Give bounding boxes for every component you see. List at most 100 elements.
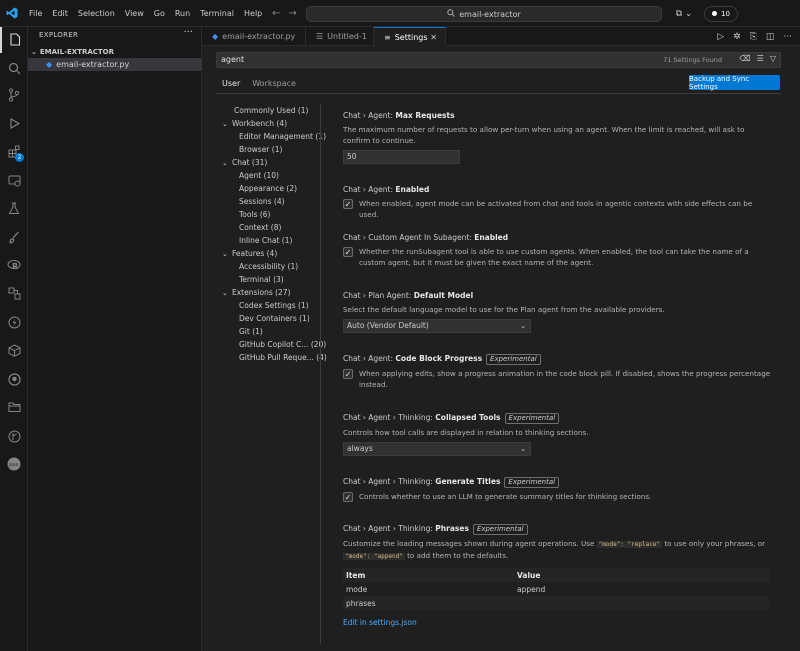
custom-subagent-checkbox[interactable]: ✓ [343, 247, 353, 257]
toc-item[interactable]: Dev Containers (1) [239, 312, 310, 325]
toc-item[interactable]: Context (8) [239, 221, 281, 234]
file-item[interactable]: ◆ email-extractor.py [28, 58, 202, 71]
table-row[interactable]: phrases [343, 596, 769, 610]
more-actions-icon[interactable]: ··· [183, 27, 193, 38]
run-debug-icon[interactable] [0, 110, 28, 136]
tab-workspace[interactable]: Workspace [246, 76, 302, 94]
filter-list-icon[interactable]: ☰ [757, 54, 764, 63]
toc-item[interactable]: ⌄ Extensions (27) [222, 286, 291, 299]
toc-item[interactable]: Terminal (3) [239, 273, 284, 286]
toc-item[interactable]: Browser (1) [239, 143, 282, 156]
folder-icon[interactable] [0, 394, 28, 420]
lightning-icon[interactable] [0, 309, 28, 335]
setting-title: Chat › Agent: Max Requests [343, 111, 455, 120]
r-icon[interactable]: R [0, 252, 28, 278]
toc-item[interactable]: Inline Chat (1) [239, 234, 292, 247]
toc-item[interactable]: Tools (6) [239, 208, 270, 221]
generate-titles-checkbox[interactable]: ✓ [343, 492, 353, 502]
toc-item[interactable]: GitHub Pull Reque... (4) [239, 351, 327, 364]
toc-item[interactable]: Sessions (4) [239, 195, 285, 208]
menu-go[interactable]: Go [149, 0, 170, 27]
toc-item[interactable]: ⌄ Workbench (4) [222, 117, 287, 130]
clear-filter-icon[interactable]: ⌫ [739, 54, 750, 63]
edit-in-settings-json-link[interactable]: Edit in settings.json [343, 618, 773, 627]
menu-edit[interactable]: Edit [47, 0, 73, 27]
toc-divider [320, 104, 321, 644]
json-outline-icon[interactable] [0, 280, 28, 306]
json-icon[interactable]: Json [0, 451, 28, 477]
menu-help[interactable]: Help [239, 0, 267, 27]
tab-untitled[interactable]: ☰ Untitled-1 [306, 27, 374, 46]
setting-title: Chat › Custom Agent In Subagent: Enabled [343, 233, 509, 242]
split-editor-icon[interactable]: ◫ [766, 32, 775, 42]
testing-icon[interactable] [0, 195, 28, 221]
menu-selection[interactable]: Selection [73, 0, 120, 27]
github-icon[interactable] [0, 366, 28, 392]
toc-item[interactable]: Appearance (2) [239, 182, 297, 195]
setting-custom-agent-subagent: Chat › Custom Agent In Subagent: Enabled… [343, 232, 773, 268]
experimental-tag: Experimental [504, 477, 560, 488]
notification-badge[interactable]: 10 [704, 5, 738, 22]
setting-description: When enabled, agent mode can be activate… [359, 199, 753, 219]
open-json-icon[interactable]: ⎘ [750, 32, 757, 42]
toc-item[interactable]: Git (1) [239, 325, 263, 338]
source-control-icon[interactable] [0, 82, 28, 108]
menu-view[interactable]: View [120, 0, 149, 27]
explorer-icon[interactable] [0, 27, 28, 53]
table-cell: phrases [346, 598, 376, 608]
toc-item[interactable]: Editor Management (1) [239, 130, 326, 143]
close-icon[interactable]: ✕ [430, 33, 437, 42]
toc-item[interactable]: Accessibility (1) [239, 260, 298, 273]
toc-item[interactable]: Agent (10) [239, 169, 279, 182]
chevron-down-icon: ⌄ [222, 159, 228, 167]
container-icon[interactable] [0, 337, 28, 363]
settings-search-input[interactable]: agent 71 Settings Found ⌫ ☰ ▽ [216, 52, 781, 68]
search-icon[interactable] [0, 55, 28, 81]
remote-explorer-icon[interactable] [0, 167, 28, 193]
python-file-icon: ◆ [212, 32, 219, 41]
paintbrush-icon[interactable] [0, 224, 28, 250]
backup-sync-button[interactable]: Backup and Sync Settings [689, 75, 780, 91]
extensions-icon[interactable]: 2 [0, 138, 28, 164]
search-actions: ⌫ ☰ ▽ [739, 54, 776, 63]
toc-item-label: Codex Settings (1) [239, 301, 309, 310]
more-actions-icon[interactable]: ··· [783, 32, 792, 42]
run-icon[interactable]: ▷ [717, 32, 724, 42]
menu-file[interactable]: File [24, 0, 47, 27]
table-row[interactable]: mode append [343, 582, 769, 596]
editor-actions: ▷ ✲ ⎘ ◫ ··· [717, 27, 792, 46]
toc-item[interactable]: Codex Settings (1) [239, 299, 309, 312]
filter-icon[interactable]: ▽ [770, 54, 776, 63]
code-block-progress-checkbox[interactable]: ✓ [343, 369, 353, 379]
toc-item[interactable]: ⌄ Chat (31) [222, 156, 267, 169]
toc-item[interactable]: GitHub Copilot C... (20) [239, 338, 326, 351]
toc-item[interactable]: Commonly Used (1) [234, 104, 308, 117]
menu-run[interactable]: Run [170, 0, 195, 27]
setting-title: Chat › Agent: Enabled [343, 185, 430, 194]
chevron-down-icon: ⌄ [222, 120, 228, 128]
menu-terminal[interactable]: Terminal [195, 0, 239, 27]
max-requests-input[interactable]: 50 [343, 150, 460, 164]
forward-arrow-icon[interactable]: → [288, 8, 296, 19]
tab-email-extractor[interactable]: ◆ email-extractor.py [202, 27, 306, 46]
toc-item-label: Chat (31) [232, 158, 268, 167]
collapsed-tools-select[interactable]: always ⌄ [343, 442, 531, 456]
copilot-sparkle-icon[interactable]: ✲ [733, 32, 741, 42]
copilot-icon[interactable]: ⧉ ⌄ [670, 6, 698, 22]
back-arrow-icon[interactable]: ← [272, 8, 280, 19]
command-center[interactable]: email-extractor [306, 6, 662, 22]
toc-item-label: Browser (1) [239, 145, 283, 154]
workspace-folder[interactable]: ⌄ EMAIL-EXTRACTOR [28, 46, 202, 58]
chevron-down-icon: ⌄ [520, 445, 526, 453]
plan-model-select[interactable]: Auto (Vendor Default) ⌄ [343, 319, 531, 333]
tab-settings[interactable]: ≡ Settings ✕ [374, 27, 446, 46]
tab-label: Untitled-1 [327, 32, 367, 41]
svg-text:R: R [12, 262, 18, 271]
extensions-badge: 2 [15, 153, 24, 162]
git-graph-icon[interactable] [0, 423, 28, 449]
agent-enabled-checkbox[interactable]: ✓ [343, 199, 353, 209]
tab-label: email-extractor.py [222, 32, 296, 41]
toc-item[interactable]: ⌄ Features (4) [222, 247, 277, 260]
tab-user[interactable]: User [216, 76, 247, 94]
search-value: agent [221, 55, 245, 64]
